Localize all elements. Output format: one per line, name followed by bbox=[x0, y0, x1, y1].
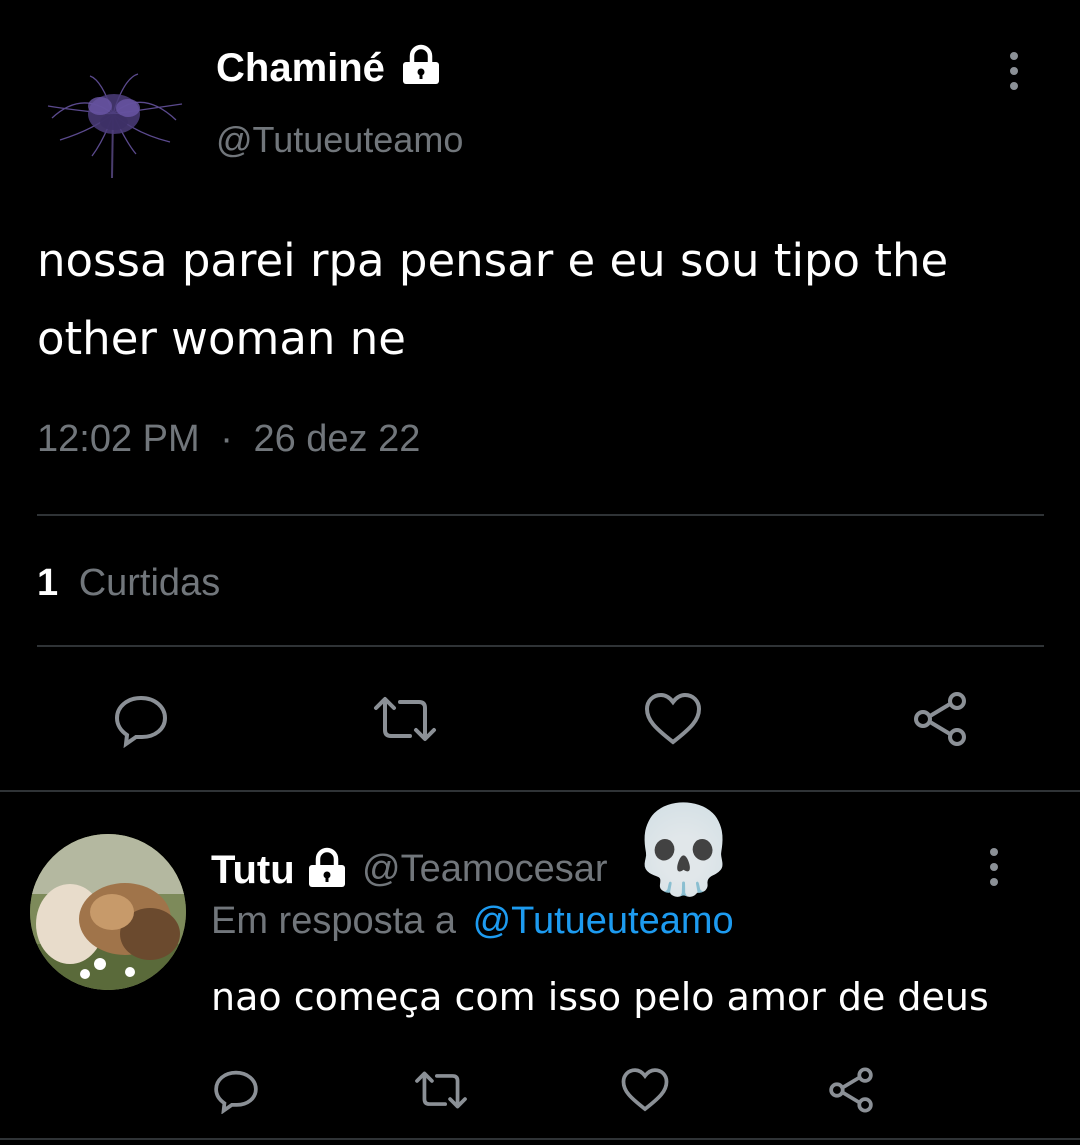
tweet-time: 12:02 PM bbox=[37, 418, 200, 460]
tweet-avatar[interactable] bbox=[42, 70, 184, 182]
more-options-icon[interactable] bbox=[1010, 52, 1018, 90]
reply-context: Em resposta a @Tutueuteamo bbox=[211, 898, 734, 944]
divider bbox=[37, 514, 1044, 516]
reply-author-handle[interactable]: @Teamocesar bbox=[362, 846, 608, 892]
lock-icon bbox=[399, 42, 443, 86]
reply-to-link[interactable]: @Tutueuteamo bbox=[473, 900, 734, 942]
skull-emoji: 💀 bbox=[630, 800, 738, 900]
more-options-icon[interactable] bbox=[990, 848, 998, 886]
reply-icon[interactable] bbox=[212, 1066, 260, 1114]
lock-icon bbox=[305, 845, 349, 889]
tweet-date: 26 dez 22 bbox=[253, 418, 421, 460]
retweet-icon[interactable] bbox=[370, 690, 440, 748]
reply-prefix: Em resposta a bbox=[211, 900, 456, 942]
divider bbox=[0, 1138, 1080, 1140]
share-icon[interactable] bbox=[910, 690, 970, 748]
like-icon[interactable] bbox=[620, 1066, 670, 1114]
share-icon[interactable] bbox=[826, 1066, 876, 1114]
reply-text: nao começa com isso pelo amor de deus bbox=[211, 975, 989, 1019]
tweet-timestamp[interactable]: 12:02 PM · 26 dez 22 bbox=[37, 416, 420, 462]
retweet-icon[interactable] bbox=[412, 1066, 470, 1114]
reply-avatar[interactable] bbox=[30, 834, 186, 990]
reply-author-name[interactable]: Tutu bbox=[211, 846, 295, 894]
tweet-text: nossa parei rpa pensar e eu sou tipo the… bbox=[37, 234, 949, 365]
tweet-author-name[interactable]: Chaminé bbox=[216, 44, 385, 92]
timestamp-separator: · bbox=[220, 418, 233, 460]
tweet-author-handle[interactable]: @Tutueuteamo bbox=[216, 118, 463, 162]
like-icon[interactable] bbox=[643, 690, 703, 748]
divider bbox=[37, 645, 1044, 647]
reply-icon[interactable] bbox=[112, 690, 170, 748]
likes-label: Curtidas bbox=[78, 562, 221, 604]
divider bbox=[0, 790, 1080, 792]
likes-count: 1 bbox=[37, 562, 59, 604]
likes-stat[interactable]: 1 Curtidas bbox=[37, 560, 220, 606]
